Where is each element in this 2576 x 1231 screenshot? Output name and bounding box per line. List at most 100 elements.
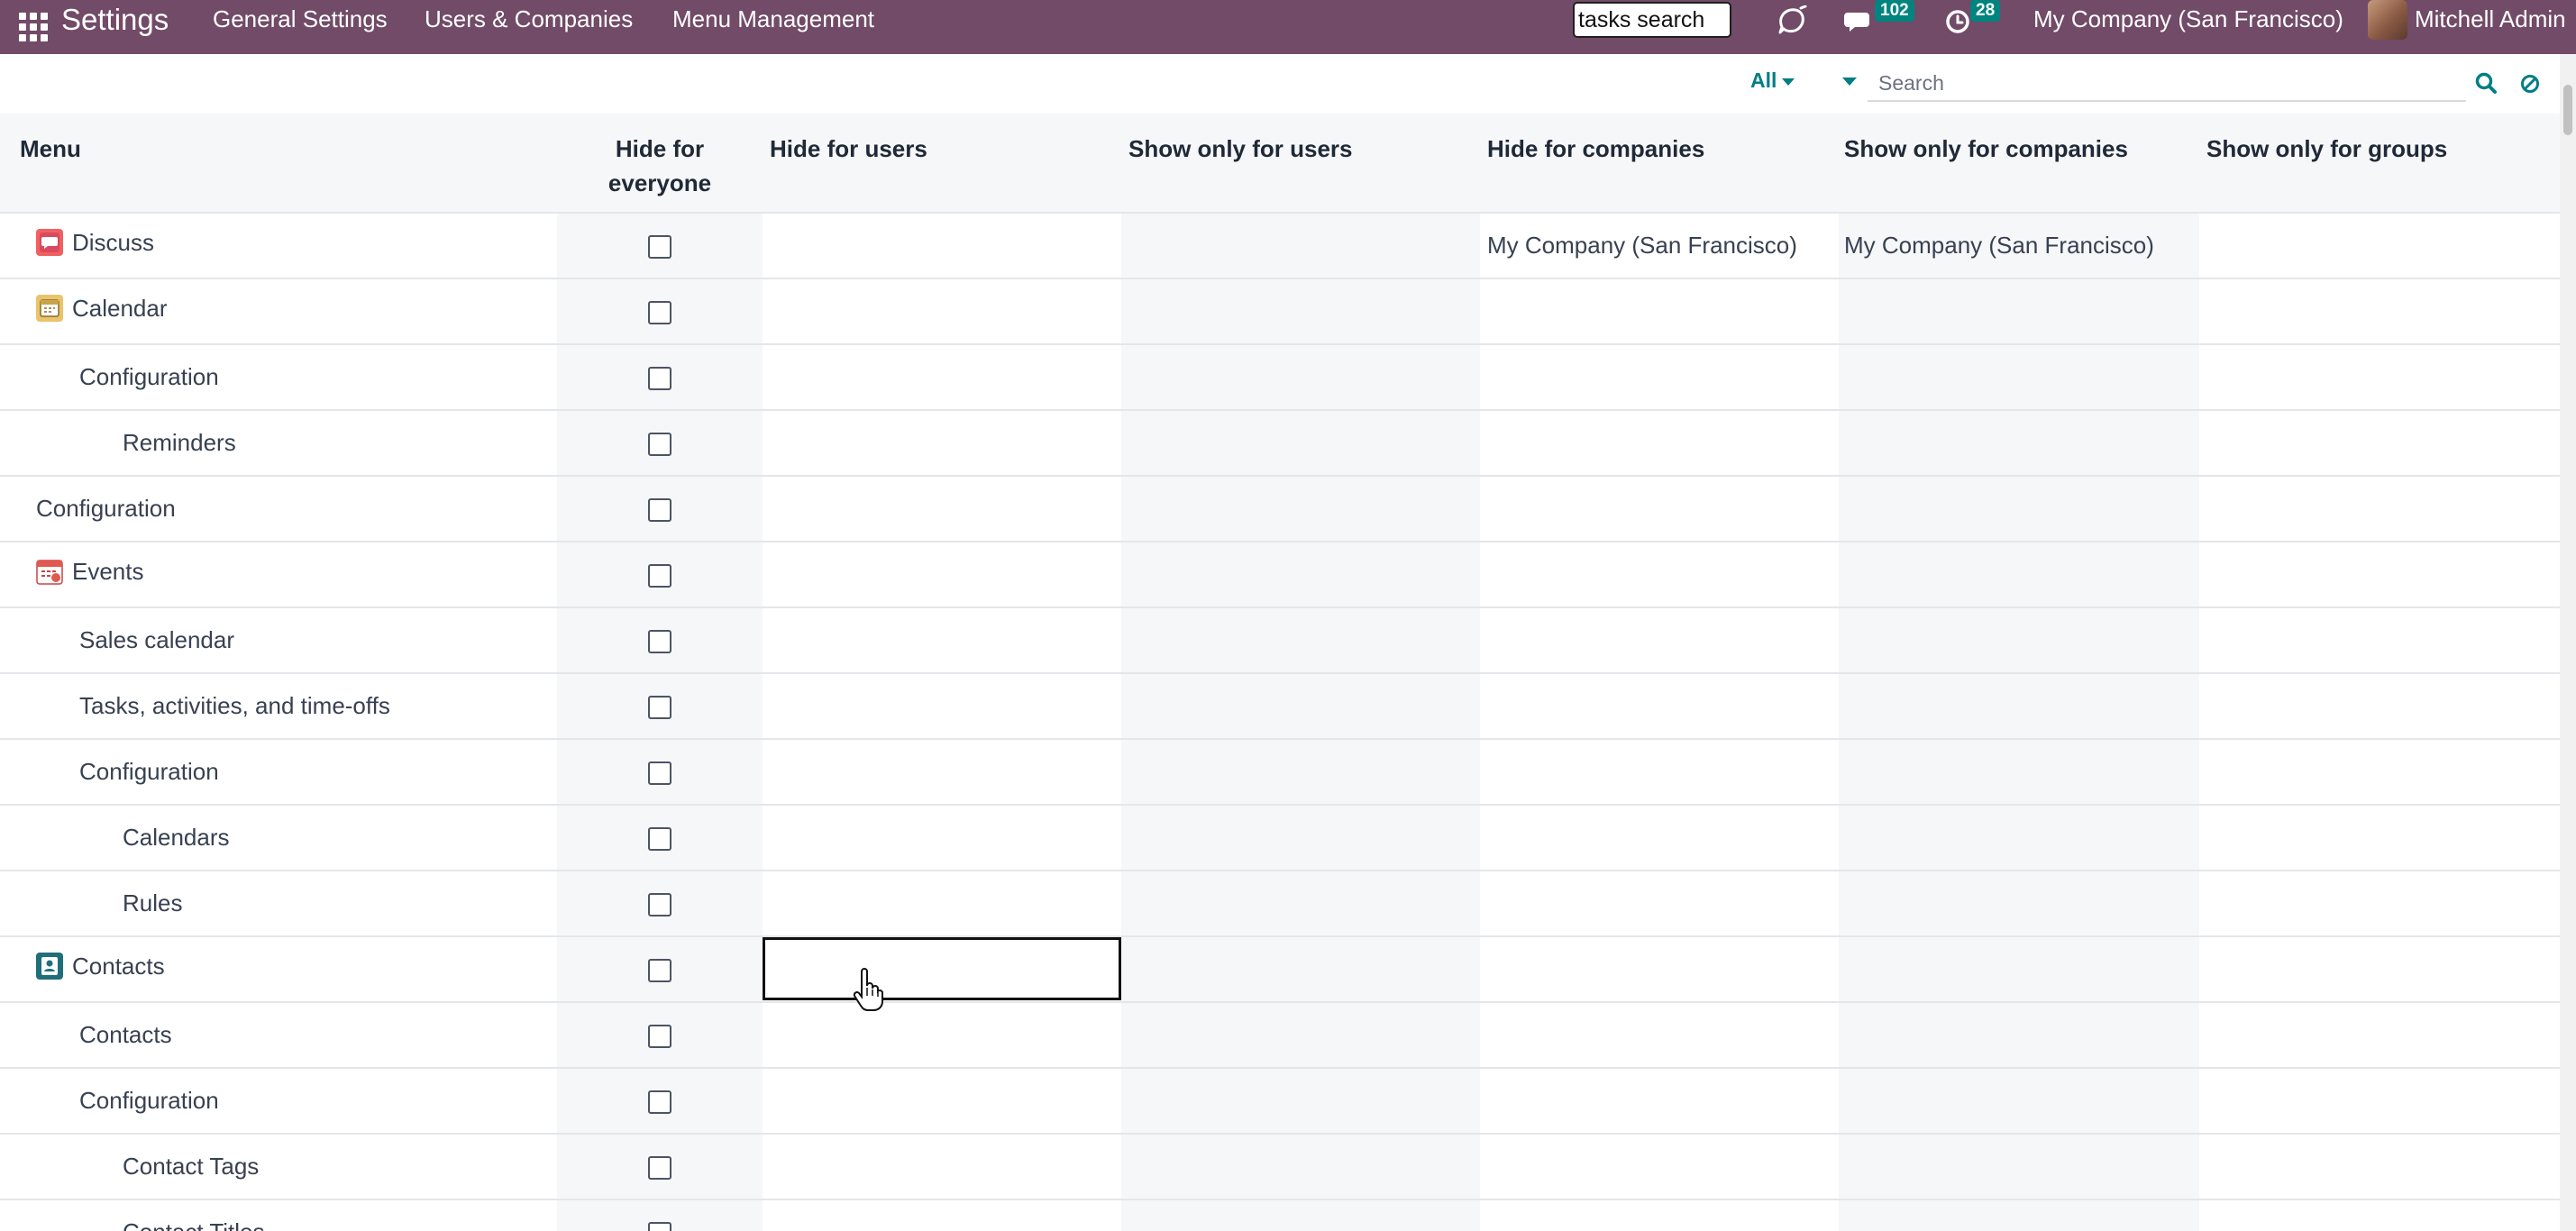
- hide-everyone-cell[interactable]: [557, 673, 763, 740]
- menu-name-cell[interactable]: Sales calendar: [0, 607, 557, 674]
- show-companies-cell[interactable]: [1839, 1199, 2199, 1231]
- show-groups-cell[interactable]: [2199, 1068, 2560, 1135]
- hide-companies-cell[interactable]: [1480, 739, 1839, 806]
- show-groups-cell[interactable]: [2199, 278, 2560, 345]
- show-users-cell[interactable]: [1121, 1002, 1480, 1069]
- filter-dropdown[interactable]: All: [1750, 68, 1795, 93]
- company-switcher[interactable]: My Company (San Francisco): [2033, 0, 2343, 38]
- hide-users-cell[interactable]: [763, 542, 1121, 608]
- hide-everyone-checkbox[interactable]: [648, 959, 671, 983]
- hide-everyone-cell[interactable]: [557, 213, 763, 279]
- hide-everyone-checkbox[interactable]: [648, 1222, 671, 1231]
- hide-companies-cell[interactable]: [1480, 1068, 1839, 1135]
- show-users-cell[interactable]: [1121, 805, 1480, 871]
- show-users-cell[interactable]: [1121, 1068, 1480, 1135]
- hide-everyone-cell[interactable]: [557, 476, 763, 543]
- user-avatar[interactable]: [2368, 0, 2407, 40]
- clear-search-icon[interactable]: [2517, 70, 2544, 97]
- search-icon[interactable]: [2473, 70, 2500, 97]
- hide-everyone-checkbox[interactable]: [648, 235, 671, 260]
- menu-name-cell[interactable]: Rules: [0, 871, 557, 937]
- hide-everyone-cell[interactable]: [557, 805, 763, 871]
- show-groups-cell[interactable]: [2199, 607, 2560, 674]
- column-header-show-users[interactable]: Show only for users: [1121, 114, 1480, 214]
- apps-menu-icon[interactable]: [13, 7, 49, 43]
- show-groups-cell[interactable]: [2199, 739, 2560, 806]
- show-companies-cell[interactable]: [1839, 673, 2199, 740]
- column-header-hide-everyone[interactable]: Hide for everyone: [557, 114, 763, 214]
- show-companies-cell[interactable]: [1839, 871, 2199, 937]
- show-groups-cell[interactable]: [2199, 1134, 2560, 1200]
- menu-users-companies[interactable]: Users & Companies: [425, 0, 633, 38]
- table-row[interactable]: Configuration: [0, 476, 2560, 543]
- show-users-cell[interactable]: [1121, 542, 1480, 608]
- menu-name-cell[interactable]: Calendar: [0, 278, 557, 345]
- menu-name-cell[interactable]: Events: [0, 542, 557, 608]
- menu-name-cell[interactable]: Configuration: [0, 739, 557, 806]
- table-row[interactable]: Sales calendar: [0, 607, 2560, 674]
- show-companies-cell[interactable]: [1839, 344, 2199, 411]
- hide-users-cell[interactable]: [763, 1199, 1121, 1231]
- hide-everyone-checkbox[interactable]: [648, 498, 671, 523]
- hide-companies-cell[interactable]: [1480, 1002, 1839, 1069]
- menu-name-cell[interactable]: Configuration: [0, 344, 557, 411]
- hide-users-cell[interactable]: [763, 344, 1121, 411]
- table-row[interactable]: Contacts: [0, 1002, 2560, 1069]
- show-users-cell[interactable]: [1121, 344, 1480, 411]
- show-users-cell[interactable]: [1121, 607, 1480, 674]
- hide-everyone-cell[interactable]: [557, 739, 763, 806]
- hide-companies-cell[interactable]: [1480, 1199, 1839, 1231]
- hide-everyone-checkbox[interactable]: [648, 564, 671, 588]
- show-users-cell[interactable]: [1121, 739, 1480, 806]
- hide-users-cell[interactable]: [763, 607, 1121, 674]
- table-row[interactable]: Calendars: [0, 805, 2560, 871]
- show-users-cell[interactable]: [1121, 213, 1480, 279]
- hide-everyone-checkbox[interactable]: [648, 1156, 671, 1181]
- show-companies-cell[interactable]: [1839, 805, 2199, 871]
- hide-users-cell[interactable]: [763, 213, 1121, 279]
- table-row[interactable]: Configuration: [0, 739, 2560, 806]
- hide-users-cell[interactable]: [763, 673, 1121, 740]
- hide-companies-cell[interactable]: [1480, 936, 1839, 1003]
- hide-companies-cell[interactable]: My Company (San Francisco): [1480, 213, 1839, 279]
- table-row[interactable]: Discuss My Company (San Francisco) My Comp…: [0, 213, 2560, 279]
- show-users-cell[interactable]: [1121, 278, 1480, 345]
- menu-name-cell[interactable]: Reminders: [0, 410, 557, 477]
- menu-name-cell[interactable]: Contact Tags: [0, 1134, 557, 1200]
- hide-everyone-cell[interactable]: [557, 1134, 763, 1200]
- hide-everyone-cell[interactable]: [557, 1002, 763, 1069]
- column-header-show-companies[interactable]: Show only for companies: [1839, 114, 2199, 214]
- hide-everyone-cell[interactable]: [557, 344, 763, 411]
- hide-users-cell[interactable]: [763, 1134, 1121, 1200]
- hide-users-cell[interactable]: [763, 805, 1121, 871]
- hide-everyone-checkbox[interactable]: [648, 696, 671, 720]
- hide-everyone-checkbox[interactable]: [648, 761, 671, 786]
- table-row[interactable]: Configuration: [0, 1068, 2560, 1135]
- show-users-cell[interactable]: [1121, 673, 1480, 740]
- show-groups-cell[interactable]: [2199, 542, 2560, 608]
- menu-general-settings[interactable]: General Settings: [213, 0, 388, 38]
- table-row[interactable]: Events: [0, 542, 2560, 608]
- hide-everyone-checkbox[interactable]: [648, 301, 671, 325]
- show-groups-cell[interactable]: [2199, 213, 2560, 279]
- hide-companies-cell[interactable]: [1480, 344, 1839, 411]
- show-companies-cell[interactable]: [1839, 739, 2199, 806]
- menu-name-cell[interactable]: Contacts: [0, 1002, 557, 1069]
- column-header-menu[interactable]: Menu: [0, 114, 557, 214]
- messages-icon[interactable]: [1842, 5, 1878, 36]
- active-cell-hide-users[interactable]: [763, 937, 1121, 1000]
- show-users-cell[interactable]: [1121, 1134, 1480, 1200]
- show-companies-cell[interactable]: [1839, 1068, 2199, 1135]
- show-companies-cell[interactable]: [1839, 278, 2199, 345]
- show-companies-cell[interactable]: [1839, 607, 2199, 674]
- hide-companies-cell[interactable]: [1480, 607, 1839, 674]
- show-companies-cell[interactable]: [1839, 1134, 2199, 1200]
- show-users-cell[interactable]: [1121, 936, 1480, 1003]
- hide-companies-cell[interactable]: [1480, 1134, 1839, 1200]
- show-users-cell[interactable]: [1121, 1199, 1480, 1231]
- show-companies-cell[interactable]: [1839, 936, 2199, 1003]
- hide-users-cell[interactable]: [763, 1068, 1121, 1135]
- search-input[interactable]: [1868, 66, 2466, 102]
- show-companies-cell[interactable]: My Company (San Francisco): [1839, 213, 2199, 279]
- hide-users-cell[interactable]: [763, 278, 1121, 345]
